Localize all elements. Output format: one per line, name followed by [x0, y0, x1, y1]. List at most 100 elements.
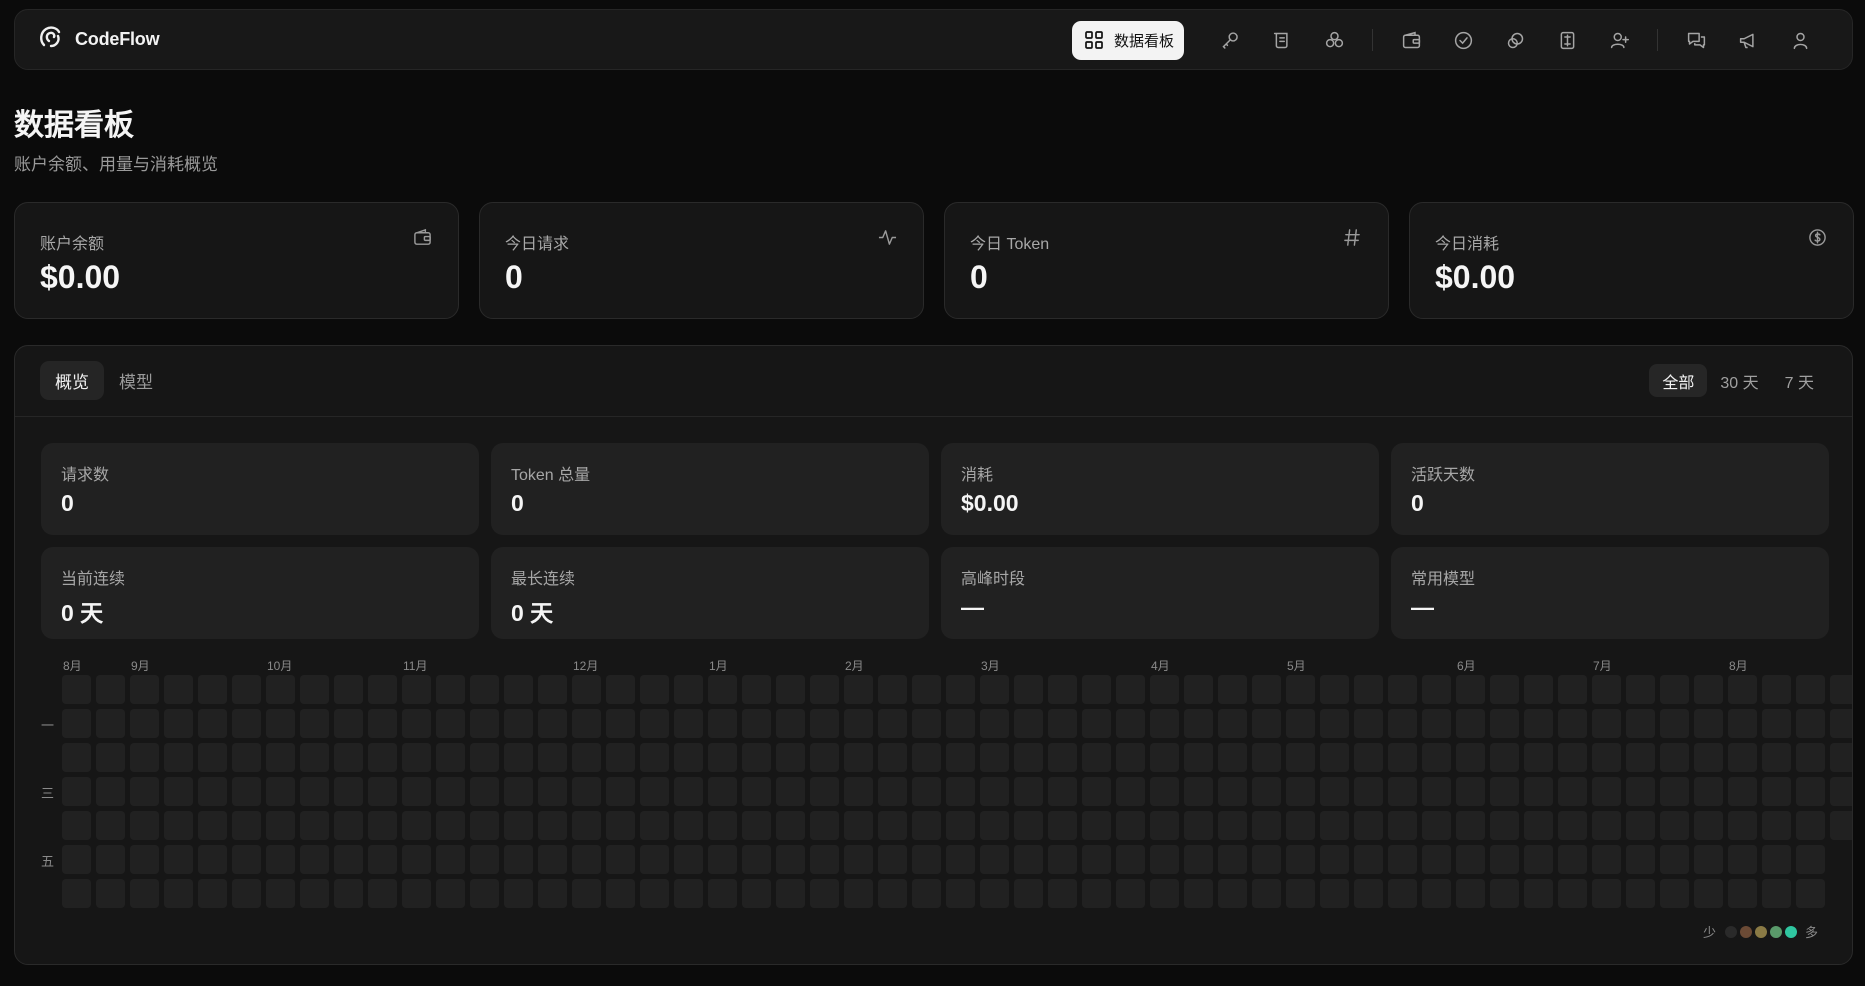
- heatmap-cell[interactable]: [912, 879, 941, 908]
- heatmap-cell[interactable]: [1082, 811, 1111, 840]
- heatmap-cell[interactable]: [912, 675, 941, 704]
- heatmap-cell[interactable]: [300, 845, 329, 874]
- heatmap-cell[interactable]: [980, 811, 1009, 840]
- nav-item-invite[interactable]: [1603, 24, 1635, 56]
- heatmap-cell[interactable]: [164, 845, 193, 874]
- heatmap-cell[interactable]: [402, 777, 431, 806]
- heatmap-cell[interactable]: [1286, 777, 1315, 806]
- heatmap-cell[interactable]: [640, 811, 669, 840]
- heatmap-cell[interactable]: [266, 709, 295, 738]
- nav-item-wallet[interactable]: [1395, 24, 1427, 56]
- heatmap-cell[interactable]: [198, 709, 227, 738]
- heatmap-cell[interactable]: [1048, 811, 1077, 840]
- heatmap-cell[interactable]: [470, 777, 499, 806]
- heatmap-cell[interactable]: [1592, 845, 1621, 874]
- heatmap-cell[interactable]: [1660, 743, 1689, 772]
- heatmap-cell[interactable]: [470, 743, 499, 772]
- heatmap-cell[interactable]: [1524, 743, 1553, 772]
- heatmap-cell[interactable]: [912, 743, 941, 772]
- heatmap-cell[interactable]: [810, 675, 839, 704]
- heatmap-cell[interactable]: [1048, 743, 1077, 772]
- heatmap-cell[interactable]: [1252, 879, 1281, 908]
- heatmap-cell[interactable]: [334, 709, 363, 738]
- heatmap-cell[interactable]: [912, 777, 941, 806]
- heatmap-cell[interactable]: [1320, 777, 1349, 806]
- heatmap-cell[interactable]: [606, 743, 635, 772]
- heatmap-cell[interactable]: [402, 879, 431, 908]
- heatmap-cell[interactable]: [538, 675, 567, 704]
- heatmap-cell[interactable]: [62, 675, 91, 704]
- heatmap-cell[interactable]: [1014, 879, 1043, 908]
- heatmap-cell[interactable]: [946, 811, 975, 840]
- heatmap-cell[interactable]: [334, 777, 363, 806]
- heatmap-cell[interactable]: [96, 743, 125, 772]
- heatmap-cell[interactable]: [266, 675, 295, 704]
- heatmap-cell[interactable]: [810, 743, 839, 772]
- heatmap-cell[interactable]: [198, 675, 227, 704]
- heatmap-cell[interactable]: [1354, 743, 1383, 772]
- heatmap-cell[interactable]: [1524, 845, 1553, 874]
- heatmap-cell[interactable]: [1660, 845, 1689, 874]
- heatmap-cell[interactable]: [1728, 845, 1757, 874]
- heatmap-cell[interactable]: [708, 777, 737, 806]
- heatmap-cell[interactable]: [1422, 743, 1451, 772]
- heatmap-cell[interactable]: [232, 777, 261, 806]
- heatmap-cell[interactable]: [1456, 879, 1485, 908]
- heatmap-cell[interactable]: [1184, 879, 1213, 908]
- heatmap-cell[interactable]: [1762, 777, 1791, 806]
- heatmap-cell[interactable]: [436, 879, 465, 908]
- heatmap-cell[interactable]: [640, 709, 669, 738]
- heatmap-cell[interactable]: [470, 675, 499, 704]
- heatmap-cell[interactable]: [198, 743, 227, 772]
- heatmap-cell[interactable]: [1354, 811, 1383, 840]
- heatmap-cell[interactable]: [1116, 675, 1145, 704]
- heatmap-cell[interactable]: [946, 675, 975, 704]
- heatmap-cell[interactable]: [368, 845, 397, 874]
- heatmap-cell[interactable]: [1830, 777, 1852, 806]
- heatmap-cell[interactable]: [130, 709, 159, 738]
- heatmap-cell[interactable]: [1286, 743, 1315, 772]
- heatmap-cell[interactable]: [708, 845, 737, 874]
- heatmap-cell[interactable]: [1388, 675, 1417, 704]
- heatmap-cell[interactable]: [300, 709, 329, 738]
- nav-item-dashboard[interactable]: 数据看板: [1071, 20, 1184, 60]
- heatmap-cell[interactable]: [1626, 777, 1655, 806]
- heatmap-cell[interactable]: [504, 879, 533, 908]
- heatmap-cell[interactable]: [334, 879, 363, 908]
- heatmap-cell[interactable]: [1286, 675, 1315, 704]
- heatmap-cell[interactable]: [1048, 675, 1077, 704]
- heatmap-cell[interactable]: [1762, 879, 1791, 908]
- heatmap-cell[interactable]: [1592, 743, 1621, 772]
- heatmap-cell[interactable]: [300, 743, 329, 772]
- heatmap-cell[interactable]: [1728, 811, 1757, 840]
- heatmap-cell[interactable]: [1082, 743, 1111, 772]
- heatmap-cell[interactable]: [1592, 777, 1621, 806]
- nav-item-checkin[interactable]: [1447, 24, 1479, 56]
- heatmap-cell[interactable]: [1524, 777, 1553, 806]
- heatmap-cell[interactable]: [1422, 811, 1451, 840]
- heatmap-cell[interactable]: [606, 675, 635, 704]
- heatmap-cell[interactable]: [1320, 709, 1349, 738]
- heatmap-cell[interactable]: [844, 845, 873, 874]
- heatmap-cell[interactable]: [1660, 709, 1689, 738]
- heatmap-cell[interactable]: [436, 777, 465, 806]
- heatmap-cell[interactable]: [1388, 845, 1417, 874]
- heatmap-cell[interactable]: [572, 743, 601, 772]
- heatmap-cell[interactable]: [266, 743, 295, 772]
- heatmap-cell[interactable]: [1184, 811, 1213, 840]
- heatmap-cell[interactable]: [232, 811, 261, 840]
- heatmap-cell[interactable]: [504, 811, 533, 840]
- heatmap-cell[interactable]: [198, 879, 227, 908]
- heatmap-cell[interactable]: [1422, 709, 1451, 738]
- heatmap-cell[interactable]: [470, 879, 499, 908]
- heatmap-cell[interactable]: [640, 879, 669, 908]
- heatmap-cell[interactable]: [1558, 879, 1587, 908]
- heatmap-cell[interactable]: [878, 675, 907, 704]
- heatmap-cell[interactable]: [1762, 709, 1791, 738]
- heatmap-cell[interactable]: [538, 811, 567, 840]
- heatmap-cell[interactable]: [572, 811, 601, 840]
- heatmap-cell[interactable]: [164, 811, 193, 840]
- heatmap-cell[interactable]: [1252, 811, 1281, 840]
- heatmap-cell[interactable]: [1320, 675, 1349, 704]
- heatmap-cell[interactable]: [504, 777, 533, 806]
